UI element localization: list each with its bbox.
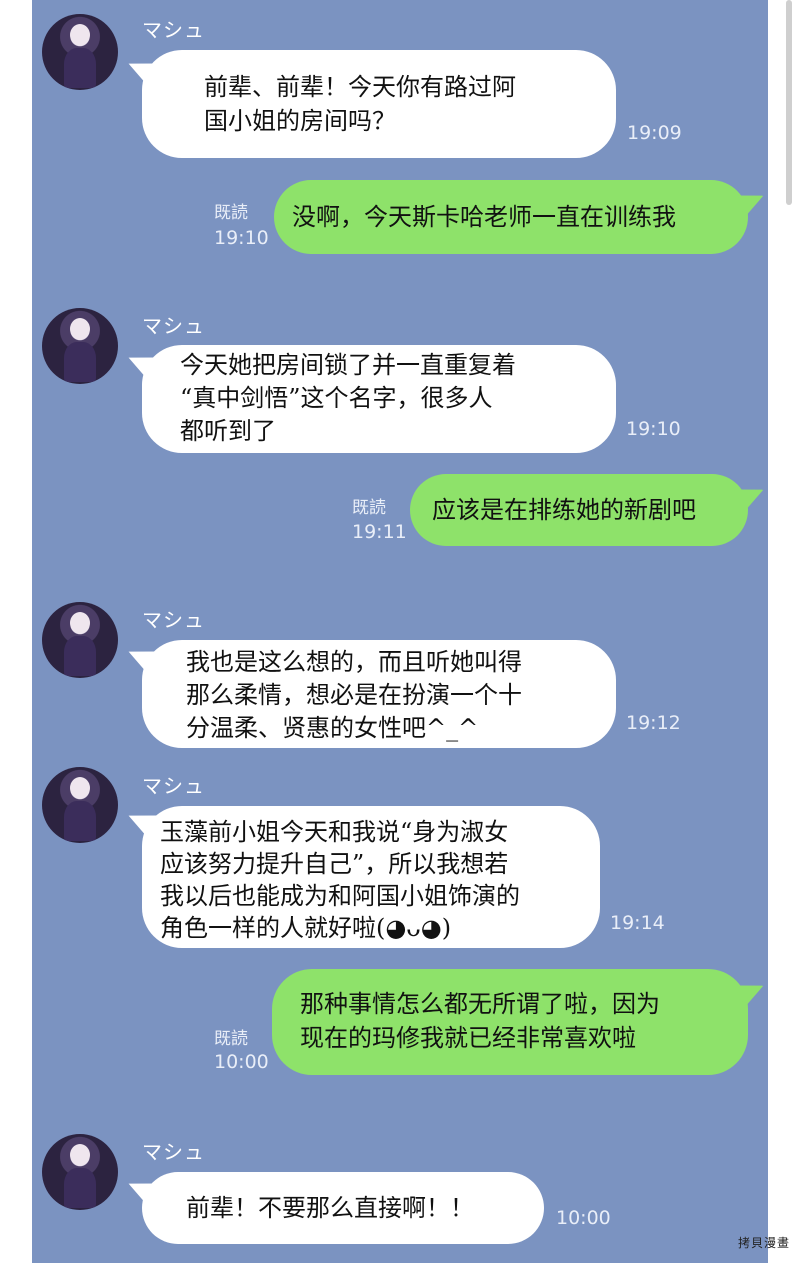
message-time: 19:11 xyxy=(352,521,407,543)
message-bubble[interactable]: 那种事情怎么都无所谓了啦，因为 现在的玛修我就已经非常喜欢啦 xyxy=(272,969,748,1075)
avatar[interactable] xyxy=(42,767,118,843)
watermark: 拷貝漫畫 xyxy=(737,1236,790,1250)
sender-name: マシュ xyxy=(142,18,205,42)
message-bubble[interactable]: 前辈、前辈！今天你有路过阿 国小姐的房间吗？ xyxy=(142,50,616,158)
message-time: 19:14 xyxy=(610,912,665,934)
message-time: 19:12 xyxy=(626,712,681,734)
read-receipt: 既読 xyxy=(214,203,248,223)
message-time: 19:09 xyxy=(627,122,682,144)
sender-name: マシュ xyxy=(142,774,205,798)
message-bubble[interactable]: 玉藻前小姐今天和我说“身为淑女 应该努力提升自己”，所以我想若 我以后也能成为和… xyxy=(142,806,600,948)
avatar[interactable] xyxy=(42,14,118,90)
message-bubble[interactable]: 应该是在排练她的新剧吧 xyxy=(410,474,748,546)
avatar[interactable] xyxy=(42,1134,118,1210)
message-time: 19:10 xyxy=(214,227,269,249)
avatar[interactable] xyxy=(42,602,118,678)
read-receipt: 既読 xyxy=(352,498,386,518)
message-time: 10:00 xyxy=(556,1207,611,1229)
sender-name: マシュ xyxy=(142,608,205,632)
message-bubble[interactable]: 我也是这么想的，而且听她叫得 那么柔情，想必是在扮演一个十 分温柔、贤惠的女性吧… xyxy=(142,640,616,748)
avatar[interactable] xyxy=(42,308,118,384)
sender-name: マシュ xyxy=(142,314,205,338)
message-bubble[interactable]: 前辈！不要那么直接啊！！ xyxy=(142,1172,544,1244)
message-bubble[interactable]: 没啊，今天斯卡哈老师一直在训练我 xyxy=(274,180,748,254)
read-receipt: 既読 xyxy=(214,1029,248,1049)
message-time: 10:00 xyxy=(214,1051,269,1073)
sender-name: マシュ xyxy=(142,1140,205,1164)
scrollbar[interactable] xyxy=(786,0,792,205)
message-bubble[interactable]: 今天她把房间锁了并一直重复着 “真中剑悟”这个名字，很多人 都听到了 xyxy=(142,345,616,453)
message-time: 19:10 xyxy=(626,418,681,440)
